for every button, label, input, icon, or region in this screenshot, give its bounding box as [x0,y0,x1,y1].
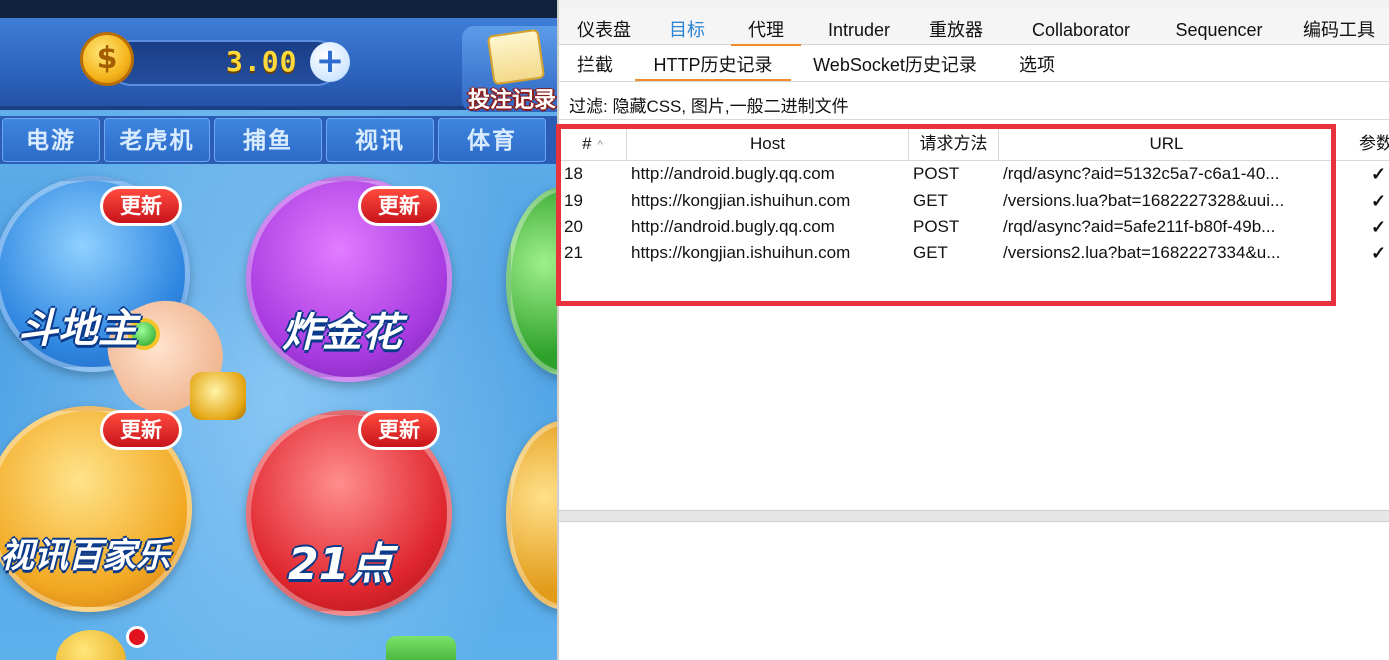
game-name-blackjack: 21点 [288,539,394,590]
table-row[interactable]: 18 http://android.bugly.qq.com POST /rqd… [559,161,1389,187]
category-tab-0[interactable]: 电游 [2,118,100,162]
table-row[interactable]: 21 https://kongjian.ishuihun.com GET /ve… [559,240,1389,266]
main-tab-bar: 仪表盘 目标 代理 Intruder 重放器 Collaborator Sequ… [559,7,1389,46]
update-badge: 更新 [100,186,182,226]
column-header-method[interactable]: 请求方法 [909,128,999,160]
add-balance-button[interactable]: + [310,42,350,82]
tab-proxy[interactable]: 代理 [731,16,801,46]
sort-ascending-icon: ^ [597,138,603,151]
cell-url: /rqd/async?aid=5afe211f-b80f-49b... [1003,217,1276,236]
tab-intercept[interactable]: 拦截 [571,51,619,81]
game-tile-partial-2[interactable] [506,420,557,610]
game-name-doudizhu: 斗地主 [18,306,138,352]
cell-method: POST [913,217,960,236]
balance-value: 3.00 [226,45,298,78]
tab-websocket-history[interactable]: WebSocket历史记录 [809,51,981,81]
update-badge: 更新 [358,186,440,226]
cell-id: 21 [564,243,583,262]
notification-dot [126,626,148,648]
game-screenshot: $ 3.00 + 投注记录 电游 老虎机 捕鱼 视讯 体育 斗地主 炸金花 视讯… [0,0,557,660]
filter-bar[interactable]: 过滤: 隐藏CSS, 图片,一般二进制文件 [559,86,1389,120]
proxy-sub-tab-bar: 拦截 HTTP历史记录 WebSocket历史记录 选项 [559,46,1389,82]
update-badge: 更新 [100,410,182,450]
params-check-icon: ✓ [1371,243,1387,263]
request-response-pane [559,522,1389,660]
pane-splitter[interactable] [559,510,1389,522]
cell-host: https://kongjian.ishuihun.com [631,191,851,210]
update-badge: 更新 [358,410,440,450]
cell-id: 20 [564,217,583,236]
column-header-id-label: # [582,134,592,153]
burp-suite-window: 仪表盘 目标 代理 Intruder 重放器 Collaborator Sequ… [556,0,1389,660]
table-row[interactable]: 20 http://android.bugly.qq.com POST /rqd… [559,214,1389,240]
tab-decoder[interactable]: 编码工具 [1299,16,1379,46]
tab-target[interactable]: 目标 [659,16,715,46]
http-history-table: # ^ Host 请求方法 URL 参数 18 http://android.bu… [556,124,1389,510]
category-tab-2[interactable]: 捕鱼 [214,118,322,162]
bottom-green-icon [386,636,456,660]
table-row[interactable]: 19 https://kongjian.ishuihun.com GET /ve… [559,188,1389,214]
bottom-coin-icon [56,630,126,660]
tab-options[interactable]: 选项 [1015,51,1059,81]
filter-text: 过滤: 隐藏CSS, 图片,一般二进制文件 [569,97,849,116]
tab-http-history[interactable]: HTTP历史记录 [635,51,791,81]
column-header-id[interactable]: # ^ [559,128,627,160]
cell-host: http://android.bugly.qq.com [631,164,835,183]
cell-id: 19 [564,191,583,210]
title-strip [559,0,1389,7]
params-check-icon: ✓ [1371,164,1387,184]
column-header-host[interactable]: Host [627,128,909,160]
cell-method: GET [913,243,948,262]
bet-record-label: 投注记录 [468,88,557,113]
cell-host: http://android.bugly.qq.com [631,217,835,236]
params-check-icon: ✓ [1371,217,1387,237]
status-strip [0,0,557,18]
watch-icon [190,372,246,420]
cell-method: GET [913,191,948,210]
cell-id: 18 [564,164,583,183]
cell-url: /versions2.lua?bat=1682227334&u... [1003,243,1281,262]
document-icon [486,28,546,86]
bet-record-button[interactable]: 投注记录 [462,26,557,113]
coin-icon: $ [80,32,134,86]
tab-collaborator[interactable]: Collaborator [1021,16,1141,46]
tab-sequencer[interactable]: Sequencer [1169,16,1269,46]
game-name-baccarat: 视讯百家乐 [0,536,170,576]
column-header-params[interactable]: 参数 [1359,128,1389,160]
game-tile-partial-1[interactable] [506,186,557,376]
tab-dashboard[interactable]: 仪表盘 [569,16,639,46]
category-tab-3[interactable]: 视讯 [326,118,434,162]
category-tab-4[interactable]: 体育 [438,118,546,162]
category-tab-1[interactable]: 老虎机 [104,118,210,162]
tab-repeater[interactable]: 重放器 [921,16,991,46]
tab-intruder[interactable]: Intruder [815,16,903,46]
column-header-url[interactable]: URL [999,128,1335,160]
cell-host: https://kongjian.ishuihun.com [631,243,851,262]
game-name-zhajinhua: 炸金花 [282,310,402,356]
cell-url: /rqd/async?aid=5132c5a7-c6a1-40... [1003,164,1280,183]
cell-url: /versions.lua?bat=1682227328&uui... [1003,191,1285,210]
cell-method: POST [913,164,960,183]
params-check-icon: ✓ [1371,191,1387,211]
